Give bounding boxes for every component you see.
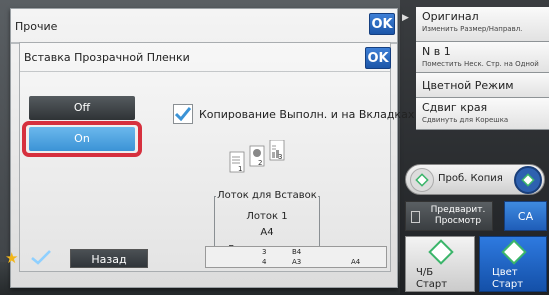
copy-on-tabs-option[interactable]: Копирование Выполн. и на Вкладках <box>173 104 414 124</box>
tray-status-panel: 3 B4 4 A3 A4 <box>205 246 387 268</box>
diamond-icon <box>514 166 542 194</box>
check-icon <box>175 107 191 121</box>
color-mode-title: Цветной Режим <box>422 79 514 92</box>
on-button[interactable]: On <box>29 127 135 151</box>
arrow-right-icon[interactable]: ▶ <box>402 13 409 23</box>
star-icon[interactable]: ★ <box>5 249 18 267</box>
edge-shift-title: Сдвиг края <box>422 101 488 114</box>
original-title: Оригинал <box>422 10 479 23</box>
inner-ok-button[interactable]: OK <box>365 47 391 69</box>
insert-tray-title: Лоток для Вставок <box>216 190 318 201</box>
color-mode-button[interactable]: Цветной Режим <box>416 73 549 98</box>
copier-screen: Прочие OK Вставка Прозрачной Пленки OK O… <box>0 0 549 295</box>
original-subtitle: Изменить Размер/Направл. <box>422 25 523 33</box>
original-button[interactable]: Оригинал Изменить Размер/Направл. <box>416 7 549 42</box>
outer-ok-button[interactable]: OK <box>369 13 395 35</box>
n-in-1-button[interactable]: N в 1 Поместить Неск. Стр. на Одной <box>416 42 549 73</box>
proof-copy-label: Проб. Копия <box>438 173 503 184</box>
off-button[interactable]: Off <box>29 96 135 120</box>
n-in-1-subtitle: Поместить Неск. Стр. на Одной <box>422 60 539 68</box>
outer-dialog-title: Прочие <box>15 20 58 33</box>
back-button[interactable]: Назад <box>70 249 148 268</box>
illustration-number-2: 2 <box>258 159 262 167</box>
diamond-icon <box>410 168 434 192</box>
preview-label: Предварит. Просмотр <box>430 205 486 226</box>
tray-status-row1-num: 3 <box>262 248 267 256</box>
copy-on-tabs-checkbox[interactable] <box>173 104 193 124</box>
tray-status-current-size: A4 <box>351 258 361 266</box>
proof-copy-button[interactable]: Проб. Копия <box>405 164 545 195</box>
edge-shift-subtitle: Сдвинуть для Корешка <box>422 116 509 124</box>
n-in-1-title: N в 1 <box>422 45 451 58</box>
preview-button[interactable]: Предварит. Просмотр <box>405 201 493 231</box>
clear-all-button[interactable]: CA <box>504 201 547 231</box>
inner-dialog-title: Вставка Прозрачной Пленки <box>24 51 190 64</box>
bw-start-line2: Старт <box>416 279 448 290</box>
color-start-line1: Цвет <box>492 267 518 278</box>
tray-status-row2-num: 4 <box>262 258 267 266</box>
diamond-icon <box>501 239 527 265</box>
tray-status-row1-size: B4 <box>292 248 302 256</box>
edge-shift-button[interactable]: Сдвиг края Сдвинуть для Корешка <box>416 98 549 130</box>
color-start-line2: Старт <box>492 279 524 290</box>
tray-status-row2-size: A3 <box>292 258 302 266</box>
diamond-icon <box>428 239 454 265</box>
bw-start-button[interactable]: Ч/Б Старт <box>405 236 475 292</box>
copy-on-tabs-label: Копирование Выполн. и на Вкладках <box>199 107 415 121</box>
color-start-button[interactable]: Цвет Старт <box>479 236 547 292</box>
insert-paper-size: A4 <box>260 227 274 238</box>
check-icon[interactable] <box>30 249 52 266</box>
preview-doc-icon <box>411 211 420 223</box>
illustration-number-1: 1 <box>238 165 242 173</box>
inner-divider <box>20 71 390 72</box>
transparency-insert-dialog: Вставка Прозрачной Пленки OK <box>19 42 391 272</box>
illustration-number-3: 3 <box>278 153 282 161</box>
insert-illustration-icon: 1 2 3 <box>229 140 285 173</box>
insert-tray-name: Лоток 1 <box>246 211 288 222</box>
bw-start-line1: Ч/Б <box>416 267 434 278</box>
